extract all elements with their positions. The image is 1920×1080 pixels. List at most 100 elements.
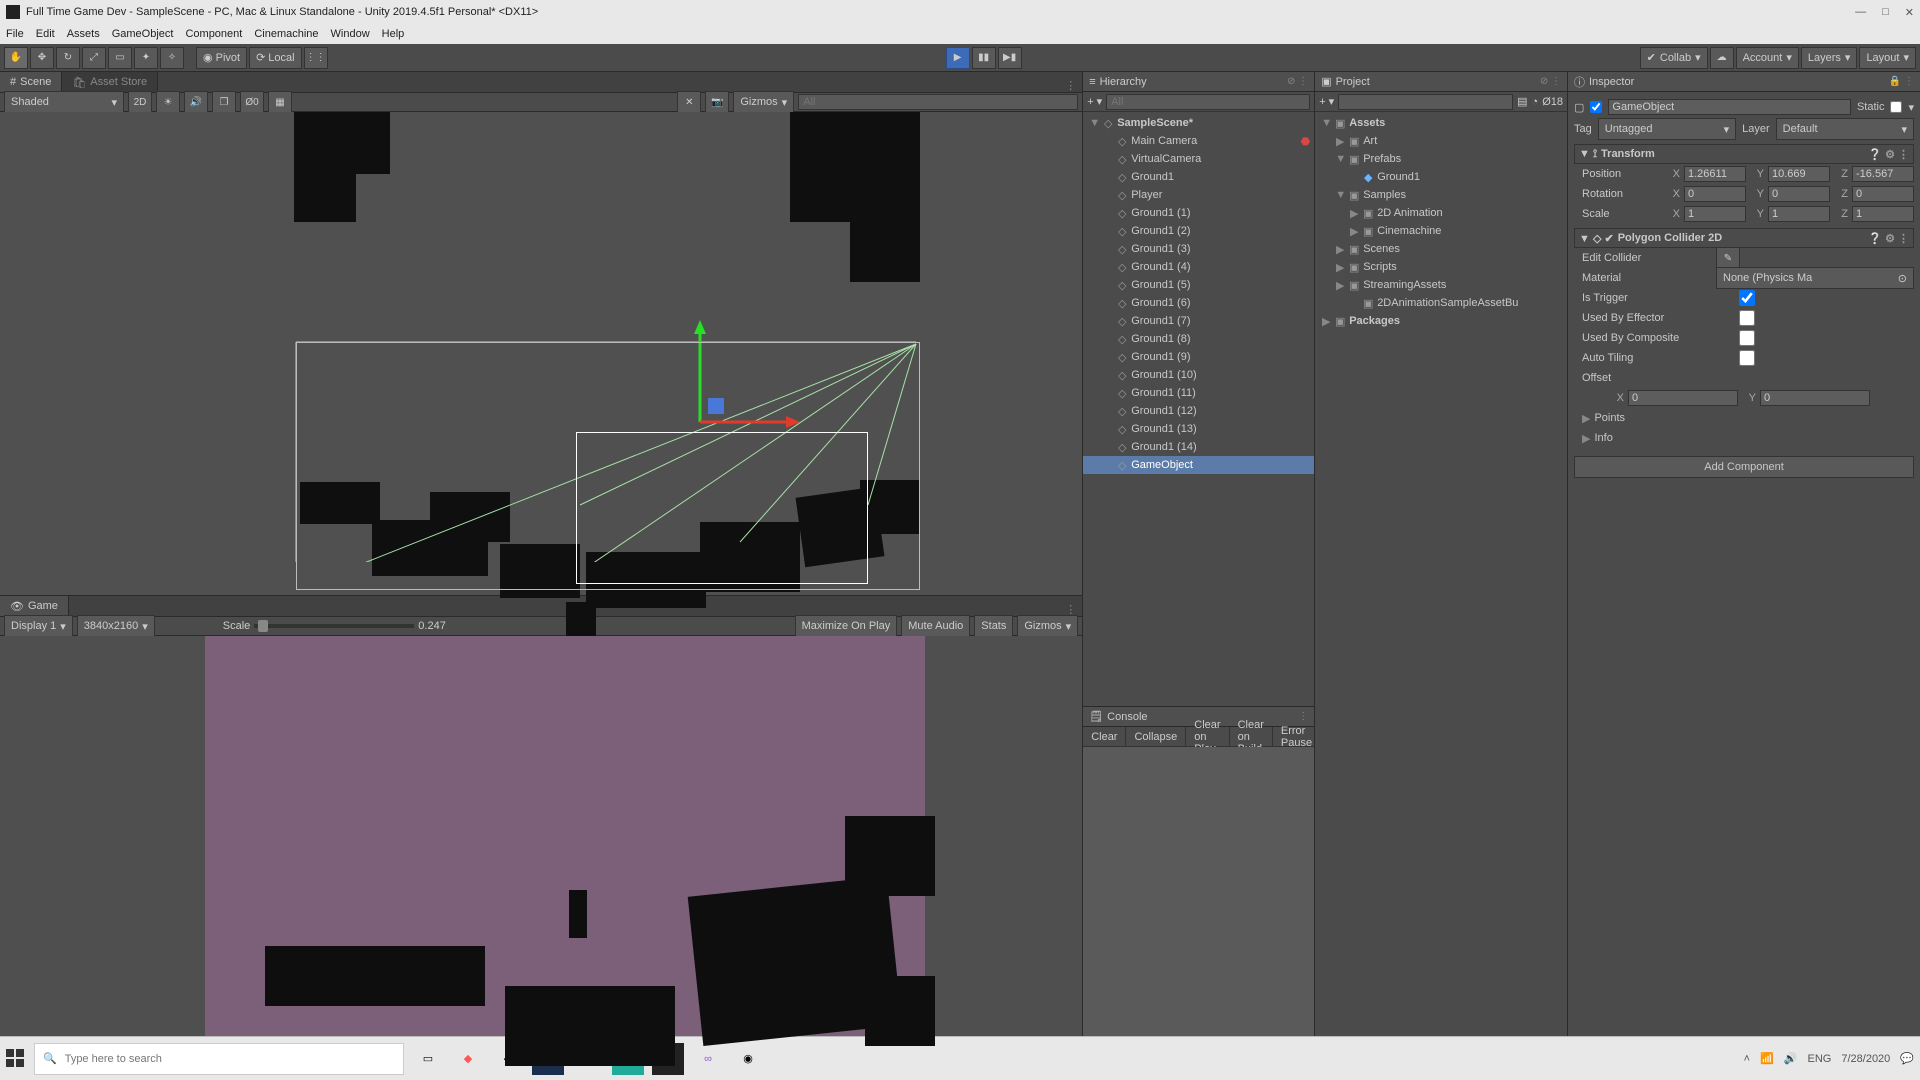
menu-gameobject[interactable]: GameObject bbox=[112, 28, 174, 40]
transform-tool-icon[interactable]: ✦ bbox=[134, 47, 158, 69]
project-item[interactable]: ▶▣Art bbox=[1315, 132, 1567, 150]
collab-dropdown[interactable]: ✔ Collab ▾ bbox=[1640, 47, 1708, 69]
is-trigger-checkbox[interactable] bbox=[1716, 290, 1778, 306]
app-brave-icon[interactable]: ◆ bbox=[452, 1043, 484, 1075]
account-dropdown[interactable]: Account ▾ bbox=[1736, 47, 1799, 69]
maximize-button[interactable]: □ bbox=[1882, 6, 1889, 19]
create-dropdown-icon[interactable]: + ▾ bbox=[1087, 95, 1102, 108]
project-item[interactable]: ▼▣Samples bbox=[1315, 186, 1567, 204]
scale-slider[interactable] bbox=[254, 624, 414, 628]
tray-chevron-icon[interactable]: ˄ bbox=[1744, 1053, 1750, 1065]
hand-tool-icon[interactable]: ✋ bbox=[4, 47, 28, 69]
cloud-icon[interactable]: ☁ bbox=[1710, 47, 1734, 69]
offset-x-input[interactable] bbox=[1628, 390, 1738, 406]
game-view[interactable] bbox=[0, 636, 1082, 1036]
tray-wifi-icon[interactable]: 📶 bbox=[1760, 1052, 1774, 1065]
scale-tool-icon[interactable]: ⤢ bbox=[82, 47, 106, 69]
shading-dropdown[interactable]: Shaded▾ bbox=[4, 91, 124, 113]
rot-y-input[interactable] bbox=[1768, 186, 1830, 202]
menu-edit[interactable]: Edit bbox=[36, 28, 55, 40]
pos-z-input[interactable] bbox=[1852, 166, 1914, 182]
gizmos-dropdown[interactable]: Gizmos ▾ bbox=[733, 91, 794, 113]
project-item[interactable]: ▶▣StreamingAssets bbox=[1315, 276, 1567, 294]
step-button[interactable]: ▶▮ bbox=[998, 47, 1022, 69]
project-item[interactable]: ▶▣2D Animation bbox=[1315, 204, 1567, 222]
static-checkbox[interactable] bbox=[1890, 101, 1902, 113]
taskbar-search[interactable]: 🔍 Type here to search bbox=[34, 1043, 404, 1075]
panel-menu-icon[interactable]: ⋮ bbox=[1298, 711, 1308, 722]
panel-menu-icon[interactable]: ⊘ ⋮ bbox=[1540, 76, 1561, 87]
pause-button[interactable]: ▮▮ bbox=[972, 47, 996, 69]
create-dropdown-icon[interactable]: + ▾ bbox=[1319, 95, 1334, 108]
maximize-button[interactable]: Maximize On Play bbox=[795, 615, 898, 637]
snap-button[interactable]: ⋮⋮ bbox=[304, 47, 328, 69]
menu-assets[interactable]: Assets bbox=[67, 28, 100, 40]
camera-icon[interactable]: 📷 bbox=[705, 91, 729, 113]
tray-notifications-icon[interactable]: 💬 bbox=[1900, 1052, 1914, 1065]
layers-dropdown[interactable]: Layers ▾ bbox=[1801, 47, 1858, 69]
material-field[interactable]: None (Physics Ma⊙ bbox=[1716, 267, 1914, 289]
layer-dropdown[interactable]: Default▾ bbox=[1776, 118, 1914, 140]
grid-icon[interactable]: ▦ bbox=[268, 91, 292, 113]
tab-asset-store[interactable]: 🛍 Asset Store bbox=[62, 72, 158, 92]
light-icon[interactable]: ☀ bbox=[156, 91, 180, 113]
hidden-icon[interactable]: Ø0 bbox=[240, 91, 264, 113]
start-button[interactable] bbox=[6, 1049, 26, 1069]
panel-menu-icon[interactable]: ⋮ bbox=[1059, 79, 1082, 92]
resolution-dropdown[interactable]: 3840x2160 ▾ bbox=[77, 615, 155, 637]
mute-button[interactable]: Mute Audio bbox=[901, 615, 970, 637]
add-component-button[interactable]: Add Component bbox=[1574, 456, 1914, 478]
app-vs-icon[interactable]: ∞ bbox=[692, 1043, 724, 1075]
task-view-icon[interactable]: ▭ bbox=[412, 1043, 444, 1075]
rect-tool-icon[interactable]: ▭ bbox=[108, 47, 132, 69]
panel-menu-icon[interactable]: ⊘ ⋮ bbox=[1287, 76, 1308, 87]
polygon-collider-header[interactable]: ▼ ◇ ✔ Polygon Collider 2D❔ ⚙ ⋮ bbox=[1574, 228, 1914, 248]
mode-2d-button[interactable]: 2D bbox=[128, 91, 152, 113]
pos-y-input[interactable] bbox=[1768, 166, 1830, 182]
active-checkbox[interactable] bbox=[1590, 101, 1602, 113]
pos-x-input[interactable] bbox=[1684, 166, 1746, 182]
stats-button[interactable]: Stats bbox=[974, 615, 1013, 637]
display-dropdown[interactable]: Display 1 ▾ bbox=[4, 615, 73, 637]
project-search-input[interactable] bbox=[1338, 94, 1513, 110]
rot-z-input[interactable] bbox=[1852, 186, 1914, 202]
rot-x-input[interactable] bbox=[1684, 186, 1746, 202]
tag-dropdown[interactable]: Untagged▾ bbox=[1598, 118, 1736, 140]
scale-z-input[interactable] bbox=[1852, 206, 1914, 222]
console-clear-on-build[interactable]: Clear on Build bbox=[1230, 727, 1273, 746]
gizmos-button[interactable]: Gizmos ▾ bbox=[1017, 615, 1078, 637]
layout-dropdown[interactable]: Layout ▾ bbox=[1859, 47, 1916, 69]
menu-help[interactable]: Help bbox=[382, 28, 405, 40]
custom-tool-icon[interactable]: ✧ bbox=[160, 47, 184, 69]
points-foldout[interactable]: Points bbox=[1594, 412, 1625, 424]
close-button[interactable]: ✕ bbox=[1905, 6, 1914, 19]
project-item[interactable]: ◆Ground1 bbox=[1315, 168, 1567, 186]
project-item[interactable]: ▼▣Prefabs bbox=[1315, 150, 1567, 168]
console-collapse[interactable]: Collapse bbox=[1126, 727, 1186, 746]
app-chrome-icon[interactable]: ◉ bbox=[732, 1043, 764, 1075]
tray-volume-icon[interactable]: 🔊 bbox=[1784, 1052, 1798, 1065]
play-button[interactable]: ▶ bbox=[946, 47, 970, 69]
hierarchy-search-input[interactable] bbox=[1106, 94, 1310, 110]
auto-tiling-checkbox[interactable] bbox=[1716, 350, 1778, 366]
info-foldout[interactable]: Info bbox=[1594, 432, 1612, 444]
menu-component[interactable]: Component bbox=[185, 28, 242, 40]
filter-icon[interactable]: ◔ bbox=[1532, 96, 1539, 108]
project-item[interactable]: ▣2DAnimationSampleAssetBu bbox=[1315, 294, 1567, 312]
tool-icon[interactable]: ✕ bbox=[677, 91, 701, 113]
transform-header[interactable]: ▼ ⟟ Transform❔ ⚙ ⋮ bbox=[1574, 144, 1914, 164]
menu-window[interactable]: Window bbox=[331, 28, 370, 40]
scale-x-input[interactable] bbox=[1684, 206, 1746, 222]
pivot-button[interactable]: ◉ Pivot bbox=[196, 47, 247, 69]
move-tool-icon[interactable]: ✥ bbox=[30, 47, 54, 69]
scene-search-input[interactable] bbox=[798, 94, 1078, 110]
panel-menu-icon[interactable]: 🔒 ⋮ bbox=[1889, 76, 1914, 87]
project-item[interactable]: ▼▣Assets bbox=[1315, 114, 1567, 132]
menu-cinemachine[interactable]: Cinemachine bbox=[254, 28, 318, 40]
tray-clock[interactable]: 7/28/2020 bbox=[1841, 1053, 1890, 1065]
scale-y-input[interactable] bbox=[1768, 206, 1830, 222]
project-item[interactable]: ▶▣Cinemachine bbox=[1315, 222, 1567, 240]
project-item[interactable]: ▶▣Scenes bbox=[1315, 240, 1567, 258]
audio-icon[interactable]: 🔊 bbox=[184, 91, 208, 113]
offset-y-input[interactable] bbox=[1760, 390, 1870, 406]
